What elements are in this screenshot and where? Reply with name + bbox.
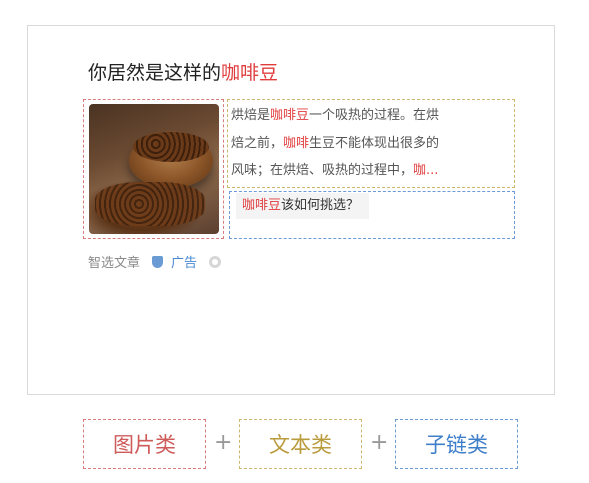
title-text: 你居然是这样的 — [88, 62, 222, 84]
image-region-outline — [83, 99, 224, 239]
plus-sign-1: + — [214, 430, 233, 455]
source-label: 智选文章 — [88, 256, 141, 271]
title-keyword: 咖啡豆 — [221, 62, 279, 84]
link-region-outline — [229, 191, 515, 239]
legend-image-type: 图片类 — [83, 419, 206, 469]
text-region-outline — [227, 99, 515, 188]
legend-text-type: 文本类 — [239, 419, 362, 469]
legend-link-type: 子链类 — [395, 419, 518, 469]
article-title[interactable]: 你居然是这样的咖啡豆 — [88, 58, 278, 85]
card-meta: 智选文章 广告 — [88, 252, 222, 271]
plus-sign-2: + — [370, 430, 389, 455]
close-icon[interactable] — [209, 255, 222, 268]
shield-icon — [152, 255, 164, 268]
ad-label[interactable]: 广告 — [171, 252, 197, 271]
